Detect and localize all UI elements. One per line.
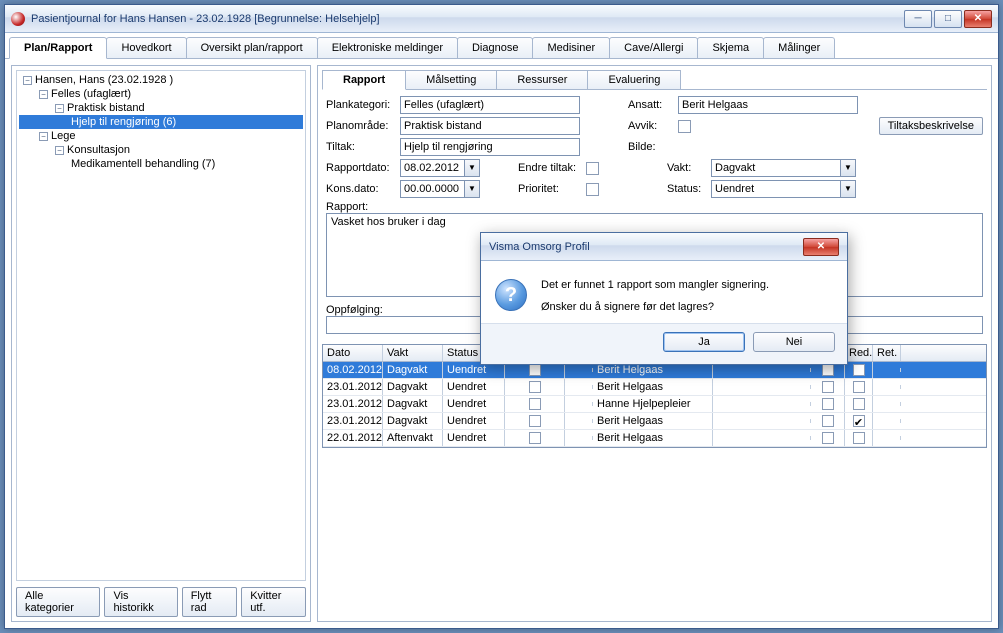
- rtab-rapport[interactable]: Rapport: [322, 70, 406, 90]
- left-panel: −Hansen, Hans (23.02.1928 ) −Felles (ufa…: [11, 65, 311, 622]
- rtab-evaluering[interactable]: Evaluering: [587, 70, 681, 89]
- dialog-no-button[interactable]: Nei: [753, 332, 835, 352]
- tree-root[interactable]: −Hansen, Hans (23.02.1928 ): [19, 73, 303, 87]
- tab-malinger[interactable]: Målinger: [763, 37, 835, 58]
- lbl-vakt: Vakt:: [667, 162, 707, 174]
- tree-rengjoring[interactable]: Hjelp til rengjøring (6): [19, 115, 303, 129]
- table-row[interactable]: 22.01.2012AftenvaktUendretBerit Helgaas: [323, 430, 986, 447]
- dialog-line2: Ønsker du å signere før det lagres?: [541, 301, 769, 313]
- lbl-avvik: Avvik:: [628, 120, 674, 132]
- row-avvik-checkbox[interactable]: [822, 364, 834, 376]
- flytt-rad-button[interactable]: Flytt rad: [182, 587, 238, 617]
- rapportdato-input[interactable]: [400, 159, 465, 177]
- tree-medikamentell[interactable]: Medikamentell behandling (7): [19, 157, 303, 171]
- tab-meldinger[interactable]: Elektroniske meldinger: [317, 37, 458, 58]
- report-tabs: Rapport Målsetting Ressurser Evaluering: [322, 70, 987, 90]
- row-red-checkbox[interactable]: [853, 364, 865, 376]
- close-button[interactable]: ✕: [964, 10, 992, 28]
- tab-diagnose[interactable]: Diagnose: [457, 37, 533, 58]
- rtab-ressurser[interactable]: Ressurser: [496, 70, 588, 89]
- row-endre-checkbox[interactable]: [529, 381, 541, 393]
- lbl-konsdato: Kons.dato:: [326, 183, 396, 195]
- row-endre-checkbox[interactable]: [529, 432, 541, 444]
- kvitter-utf-button[interactable]: Kvitter utf.: [241, 587, 306, 617]
- table-row[interactable]: 23.01.2012DagvaktUendretBerit Helgaas✔: [323, 413, 986, 430]
- konsdato-input[interactable]: [400, 180, 465, 198]
- ansatt-input[interactable]: [678, 96, 858, 114]
- dialog-text: Det er funnet 1 rapport som mangler sign…: [541, 279, 769, 313]
- tree-lege[interactable]: −Lege: [19, 129, 303, 143]
- tiltaksbeskrivelse-button[interactable]: Tiltaksbeskrivelse: [879, 117, 983, 135]
- lbl-rapport: Rapport:: [326, 201, 983, 213]
- lbl-status: Status:: [667, 183, 707, 195]
- lbl-endre: Endre tiltak:: [518, 162, 582, 174]
- row-endre-checkbox[interactable]: [529, 398, 541, 410]
- plankategori-input[interactable]: [400, 96, 580, 114]
- dialog-line1: Det er funnet 1 rapport som mangler sign…: [541, 279, 769, 291]
- question-icon: ?: [495, 279, 527, 311]
- lbl-plankategori: Plankategori:: [326, 99, 396, 111]
- table-row[interactable]: 23.01.2012DagvaktUendretBerit Helgaas: [323, 379, 986, 396]
- alle-kategorier-button[interactable]: Alle kategorier: [16, 587, 100, 617]
- lbl-prioritet: Prioritet:: [518, 183, 582, 195]
- confirm-dialog: Visma Omsorg Profil ✕ ? Det er funnet 1 …: [480, 232, 848, 365]
- row-avvik-checkbox[interactable]: [822, 381, 834, 393]
- app-icon: [11, 12, 25, 26]
- row-endre-checkbox[interactable]: [529, 415, 541, 427]
- plan-tree[interactable]: −Hansen, Hans (23.02.1928 ) −Felles (ufa…: [16, 70, 306, 581]
- row-avvik-checkbox[interactable]: [822, 415, 834, 427]
- titlebar: Pasientjournal for Hans Hansen - 23.02.1…: [5, 5, 998, 33]
- row-avvik-checkbox[interactable]: [822, 432, 834, 444]
- tab-hovedkort[interactable]: Hovedkort: [106, 37, 186, 58]
- planomrade-input[interactable]: [400, 117, 580, 135]
- status-select[interactable]: [711, 180, 841, 198]
- konsdato-dd[interactable]: ▼: [465, 180, 480, 198]
- lbl-bilde: Bilde:: [628, 141, 674, 153]
- rapportdato-dd[interactable]: ▼: [465, 159, 480, 177]
- row-red-checkbox[interactable]: [853, 381, 865, 393]
- vakt-dd[interactable]: ▼: [841, 159, 856, 177]
- avvik-checkbox[interactable]: [678, 120, 691, 133]
- row-red-checkbox[interactable]: ✔: [853, 415, 865, 427]
- status-dd[interactable]: ▼: [841, 180, 856, 198]
- tree-konsultasjon[interactable]: −Konsultasjon: [19, 143, 303, 157]
- dialog-title: Visma Omsorg Profil: [489, 241, 803, 253]
- endre-checkbox[interactable]: [586, 162, 599, 175]
- lbl-ansatt: Ansatt:: [628, 99, 674, 111]
- tree-felles[interactable]: −Felles (ufaglært): [19, 87, 303, 101]
- prioritet-checkbox[interactable]: [586, 183, 599, 196]
- col-red[interactable]: Red.: [845, 345, 873, 361]
- dialog-titlebar: Visma Omsorg Profil ✕: [481, 233, 847, 261]
- col-dato[interactable]: Dato: [323, 345, 383, 361]
- dialog-close-button[interactable]: ✕: [803, 238, 839, 256]
- col-vakt[interactable]: Vakt: [383, 345, 443, 361]
- minimize-button[interactable]: ─: [904, 10, 932, 28]
- col-ret[interactable]: Ret.: [873, 345, 901, 361]
- row-red-checkbox[interactable]: [853, 398, 865, 410]
- tab-plan-rapport[interactable]: Plan/Rapport: [9, 37, 107, 59]
- lbl-tiltak: Tiltak:: [326, 141, 396, 153]
- tab-oversikt[interactable]: Oversikt plan/rapport: [186, 37, 318, 58]
- dialog-yes-button[interactable]: Ja: [663, 332, 745, 352]
- tiltak-input[interactable]: [400, 138, 580, 156]
- row-red-checkbox[interactable]: [853, 432, 865, 444]
- maximize-button[interactable]: □: [934, 10, 962, 28]
- lbl-rapportdato: Rapportdato:: [326, 162, 396, 174]
- vis-historikk-button[interactable]: Vis historikk: [104, 587, 177, 617]
- vakt-select[interactable]: [711, 159, 841, 177]
- table-row[interactable]: 23.01.2012DagvaktUendretHanne Hjelpeplei…: [323, 396, 986, 413]
- main-tabs: Plan/Rapport Hovedkort Oversikt plan/rap…: [5, 33, 998, 59]
- rtab-malsetting[interactable]: Målsetting: [405, 70, 497, 89]
- tab-skjema[interactable]: Skjema: [697, 37, 764, 58]
- lbl-planomrade: Planområde:: [326, 120, 396, 132]
- tab-cave[interactable]: Cave/Allergi: [609, 37, 698, 58]
- tree-praktisk[interactable]: −Praktisk bistand: [19, 101, 303, 115]
- row-endre-checkbox[interactable]: [529, 364, 541, 376]
- tab-medisiner[interactable]: Medisiner: [532, 37, 610, 58]
- window-title: Pasientjournal for Hans Hansen - 23.02.1…: [31, 13, 904, 25]
- row-avvik-checkbox[interactable]: [822, 398, 834, 410]
